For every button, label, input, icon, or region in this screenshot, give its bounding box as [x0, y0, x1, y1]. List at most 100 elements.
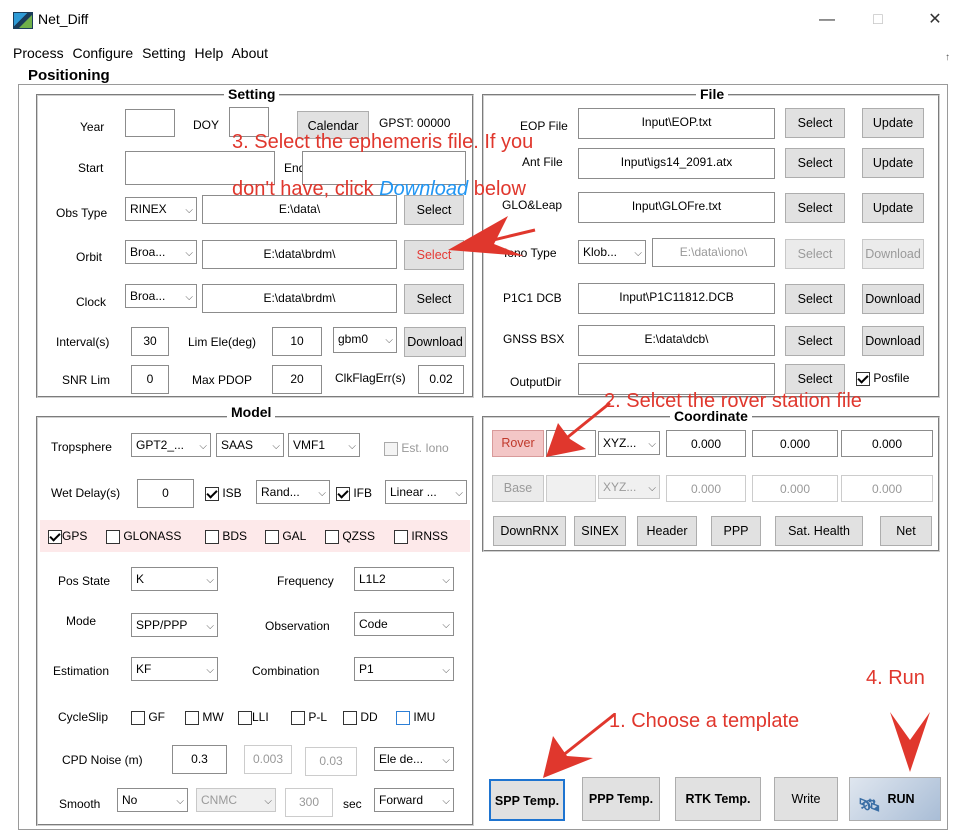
estimation-select[interactable]: KF ⌵ [131, 657, 218, 681]
header-button[interactable]: Header [637, 516, 697, 546]
wet-delay-input[interactable]: 0 [137, 479, 194, 508]
lim-ele-input[interactable]: 10 [272, 327, 322, 356]
ant-input[interactable]: Input\igs14_2091.atx [578, 148, 775, 179]
base-x-input[interactable]: 0.000 [666, 475, 746, 502]
gps-checkbox[interactable]: GPS [48, 529, 87, 544]
eop-select-button[interactable]: Select [785, 108, 845, 138]
cnmc-select[interactable]: CNMC ⌵ [196, 788, 276, 812]
sinex-button[interactable]: SINEX [574, 516, 626, 546]
ifb-type-select[interactable]: Linear ... ⌵ [385, 480, 467, 504]
base-z-input[interactable]: 0.000 [841, 475, 933, 502]
ant-update-button[interactable]: Update [862, 148, 924, 178]
interval-input[interactable]: 30 [131, 327, 169, 356]
rover-button[interactable]: Rover [492, 430, 544, 457]
smooth-window-input[interactable]: 300 [285, 788, 333, 817]
menu-setting[interactable]: Setting [142, 45, 186, 61]
tropo-model-select[interactable]: GPT2_... ⌵ [131, 433, 211, 457]
posfile-checkbox[interactable]: Posfile [856, 371, 909, 386]
maximize-button[interactable]: □ [863, 8, 893, 32]
isb-checkbox[interactable]: ISB [205, 486, 242, 501]
menu-help[interactable]: Help [195, 45, 224, 61]
base-button[interactable]: Base [492, 475, 544, 502]
write-button[interactable]: Write [774, 777, 838, 821]
clkflag-input[interactable]: 0.02 [418, 365, 464, 394]
base-y-input[interactable]: 0.000 [752, 475, 838, 502]
ppp-button[interactable]: PPP [711, 516, 761, 546]
run-button[interactable]: 🛰 RUN [849, 777, 941, 821]
mode-select[interactable]: SPP/PPP ⌵ [131, 613, 218, 637]
gnss-bsx-input[interactable]: E:\data\dcb\ [578, 325, 775, 356]
rtk-template-button[interactable]: RTK Temp. [675, 777, 761, 821]
year-input[interactable] [125, 109, 175, 137]
sat-health-button[interactable]: Sat. Health [775, 516, 863, 546]
clock-path-input[interactable]: E:\data\brdm\ [202, 284, 397, 313]
rover-z-input[interactable]: 0.000 [841, 430, 933, 457]
iono-select-button[interactable]: Select [785, 239, 845, 269]
glonass-checkbox[interactable]: GLONASS [106, 529, 181, 544]
estimation-label: Estimation [53, 664, 110, 678]
bds-checkbox[interactable]: BDS [205, 529, 247, 544]
clock-select-button[interactable]: Select [404, 284, 464, 314]
max-pdop-input[interactable]: 20 [272, 365, 322, 394]
downrnx-button[interactable]: DownRNX [493, 516, 566, 546]
tropo-function-select[interactable]: VMF1 ⌵ [288, 433, 360, 457]
p1c1-download-button[interactable]: Download [862, 284, 924, 314]
pos-state-select[interactable]: K ⌵ [131, 567, 218, 591]
observation-label: Observation [265, 619, 330, 633]
frequency-select[interactable]: L1L2 ⌵ [354, 567, 454, 591]
gal-checkbox[interactable]: GAL [265, 529, 306, 544]
snr-input[interactable]: 0 [131, 365, 169, 394]
p1c1-input[interactable]: Input\P1C11812.DCB [578, 283, 775, 314]
glo-update-button[interactable]: Update [862, 193, 924, 223]
iono-download-button[interactable]: Download [862, 239, 924, 269]
iono-type-select[interactable]: Klob... ⌵ [578, 240, 646, 264]
isb-type-select[interactable]: Rand... ⌵ [256, 480, 330, 504]
direction-select[interactable]: Forward ⌵ [374, 788, 454, 812]
eop-update-button[interactable]: Update [862, 108, 924, 138]
glo-leap-input[interactable]: Input\GLOFre.txt [578, 192, 775, 223]
gf-checkbox[interactable]: GF [131, 710, 165, 725]
gnss-download-button[interactable]: Download [862, 326, 924, 356]
smooth-select[interactable]: No ⌵ [117, 788, 188, 812]
lli-checkbox[interactable]: LLI [238, 710, 269, 725]
cpd-noise-input-1[interactable]: 0.3 [172, 745, 227, 774]
cpd-noise-input-3[interactable]: 0.03 [305, 747, 357, 776]
irnss-checkbox[interactable]: IRNSS [394, 529, 448, 544]
rover-x-input[interactable]: 0.000 [666, 430, 746, 457]
center-select[interactable]: gbm0 ⌵ [333, 327, 397, 353]
mw-checkbox[interactable]: MW [185, 710, 224, 725]
menu-configure[interactable]: Configure [72, 45, 133, 61]
clock-download-button[interactable]: Download [404, 327, 466, 357]
net-button[interactable]: Net [880, 516, 932, 546]
est-iono-checkbox[interactable]: Est. Iono [384, 441, 449, 456]
tropo-mapping-select[interactable]: SAAS ⌵ [216, 433, 284, 457]
spp-template-button[interactable]: SPP Temp. [489, 779, 565, 821]
ant-select-button[interactable]: Select [785, 148, 845, 178]
p1c1-select-button[interactable]: Select [785, 284, 845, 314]
menu-process[interactable]: Process [13, 45, 64, 61]
ele-weight-select[interactable]: Ele de... ⌵ [374, 747, 454, 771]
imu-checkbox[interactable]: IMU [396, 710, 435, 725]
rover-y-input[interactable]: 0.000 [752, 430, 838, 457]
glo-select-button[interactable]: Select [785, 193, 845, 223]
close-button[interactable]: ✕ [920, 8, 950, 32]
orbit-type-select[interactable]: Broa... ⌵ [125, 240, 197, 264]
combination-select[interactable]: P1 ⌵ [354, 657, 454, 681]
minimize-button[interactable]: — [812, 8, 842, 32]
obs-type-select[interactable]: RINEX ⌵ [125, 197, 197, 221]
tab-positioning[interactable]: Positioning [28, 67, 110, 84]
clock-type-select[interactable]: Broa... ⌵ [125, 284, 197, 308]
iono-path-input[interactable]: E:\data\iono\ [652, 238, 775, 267]
base-name-input[interactable] [546, 475, 596, 502]
observation-select[interactable]: Code ⌵ [354, 612, 454, 636]
ifb-checkbox[interactable]: IFB [336, 486, 372, 501]
pl-checkbox[interactable]: P-L [291, 710, 327, 725]
cpd-noise-input-2[interactable]: 0.003 [244, 745, 292, 774]
menu-about[interactable]: About [231, 45, 268, 61]
qzss-checkbox[interactable]: QZSS [325, 529, 375, 544]
base-coord-type-select[interactable]: XYZ... ⌵ [598, 475, 660, 499]
dd-checkbox[interactable]: DD [343, 710, 378, 725]
gnss-select-button[interactable]: Select [785, 326, 845, 356]
eop-input[interactable]: Input\EOP.txt [578, 108, 775, 139]
orbit-path-input[interactable]: E:\data\brdm\ [202, 240, 397, 269]
